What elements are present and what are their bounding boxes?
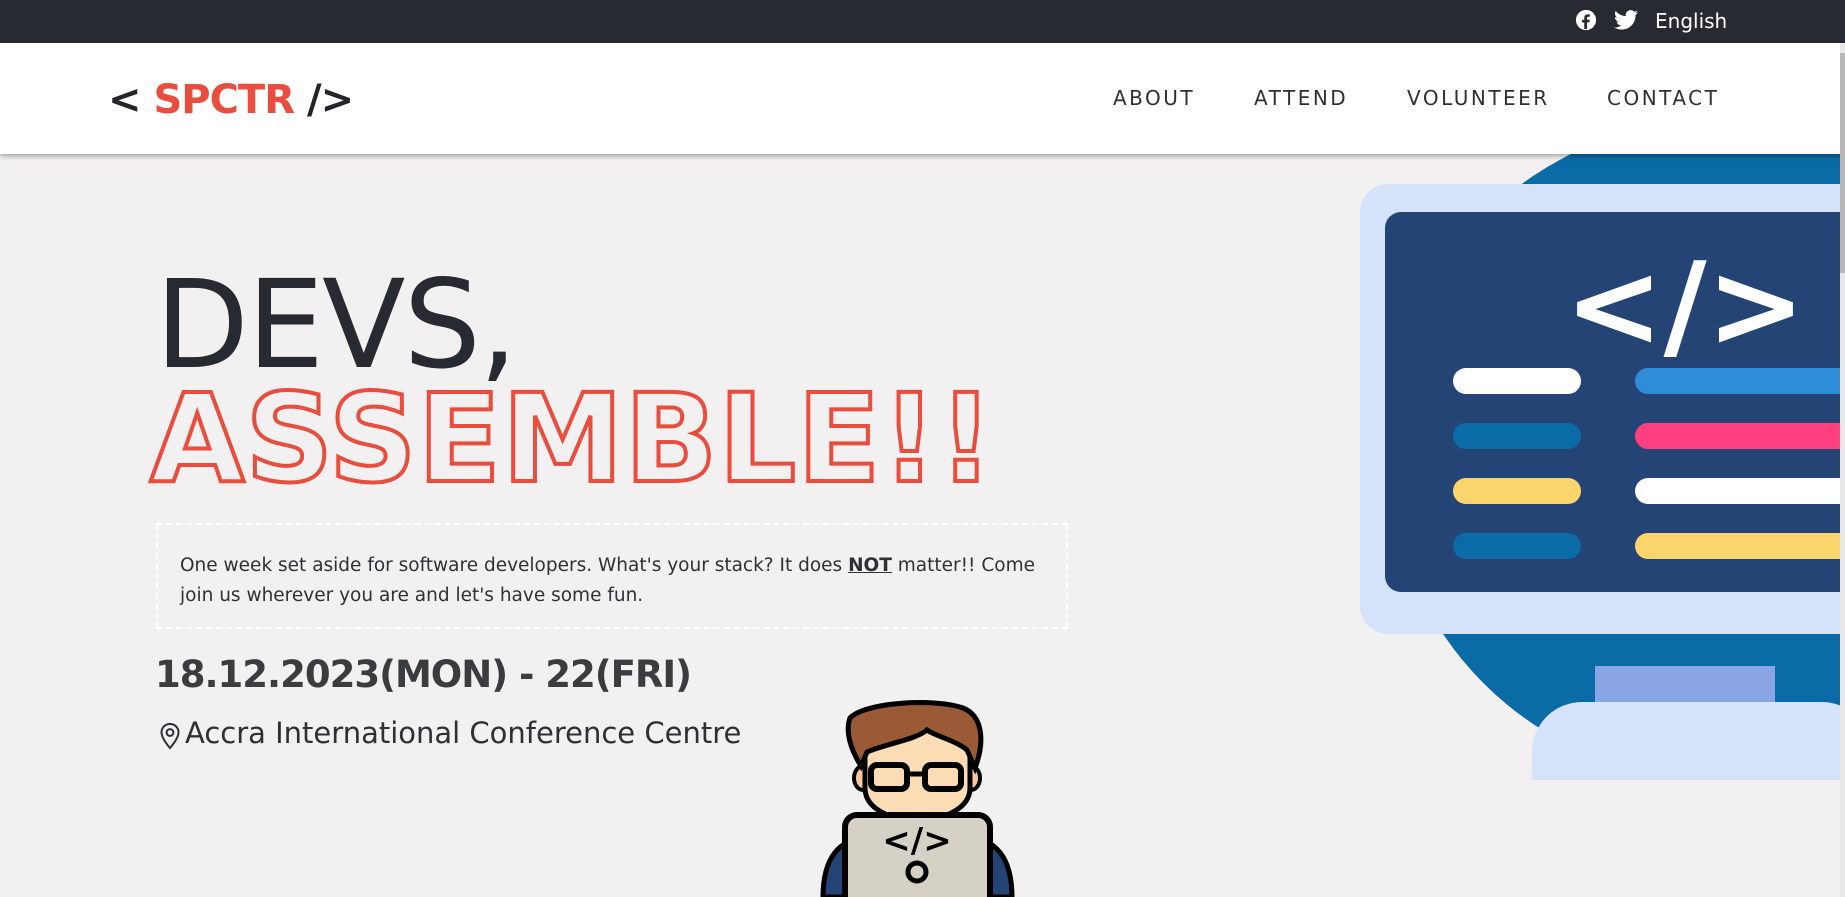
page-scrollbar[interactable] xyxy=(1840,43,1845,897)
developer-with-laptop-illustration: </> xyxy=(820,700,1015,897)
site-logo[interactable]: < SPCTR /> xyxy=(108,77,354,123)
site-header: < SPCTR /> ABOUT ATTEND VOLUNTEER CONTAC… xyxy=(0,43,1845,154)
hero-title-line2: ASSEMBLE!! xyxy=(148,368,996,510)
nav-about[interactable]: ABOUT xyxy=(1113,86,1195,110)
logo-open-bracket: < xyxy=(108,77,142,123)
event-description: One week set aside for software develope… xyxy=(156,523,1068,629)
event-dates: 18.12.2023(MON) - 22(FRI) xyxy=(155,653,692,696)
twitter-icon[interactable] xyxy=(1614,10,1638,30)
monitor-code-illustration: </> xyxy=(1360,154,1845,780)
laptop-code-glyph: </> xyxy=(882,821,951,861)
logo-close-bracket: /> xyxy=(306,77,354,123)
logo-brand: SPCTR xyxy=(153,77,295,123)
scrollbar-thumb[interactable] xyxy=(1840,53,1845,273)
monitor-code-glyph: </> xyxy=(1565,236,1806,374)
top-bar: English xyxy=(0,0,1845,43)
description-text: One week set aside for software develope… xyxy=(180,555,849,576)
event-venue: Accra International Conference Centre xyxy=(185,716,742,750)
language-selector[interactable]: English xyxy=(1655,9,1727,33)
location-pin-icon xyxy=(160,722,180,750)
facebook-icon[interactable] xyxy=(1575,9,1597,31)
nav-volunteer[interactable]: VOLUNTEER xyxy=(1407,86,1550,110)
description-emphasis: NOT xyxy=(848,555,892,576)
nav-attend[interactable]: ATTEND xyxy=(1254,86,1348,110)
nav-contact[interactable]: CONTACT xyxy=(1607,86,1719,110)
